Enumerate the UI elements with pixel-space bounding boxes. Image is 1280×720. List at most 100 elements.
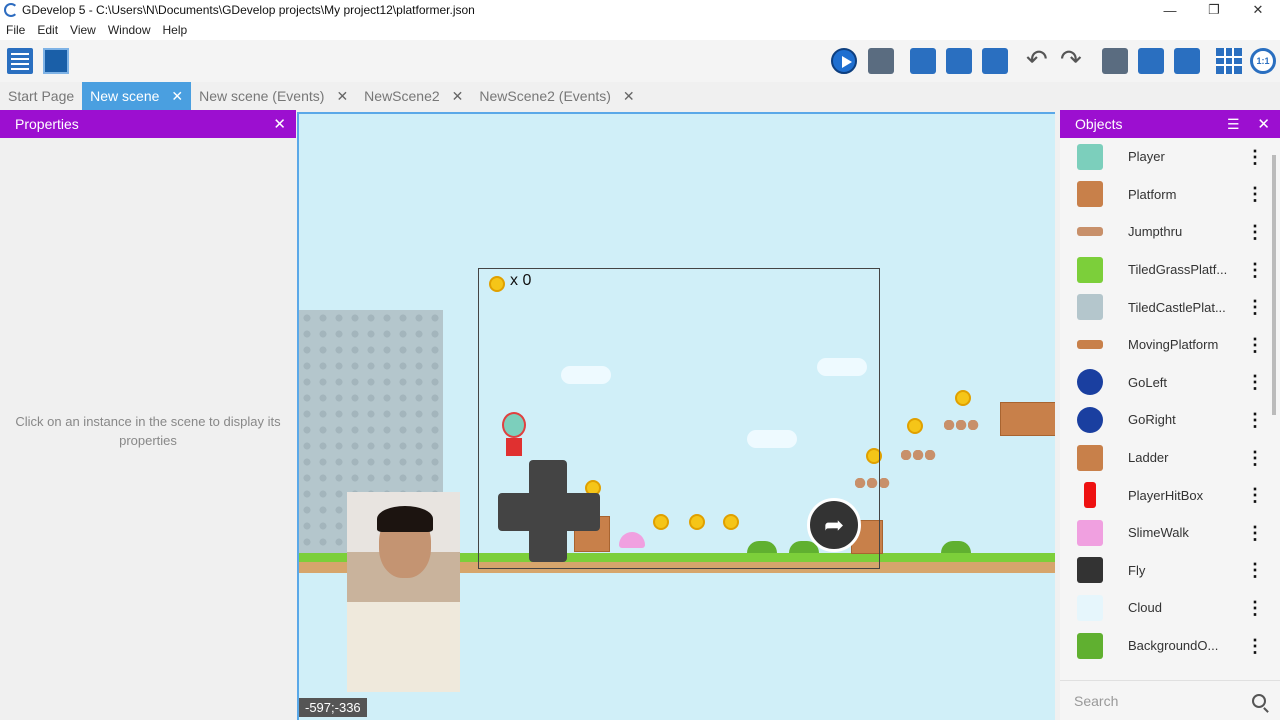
object-item[interactable]: Ladder ⋮: [1060, 439, 1268, 477]
object-item[interactable]: GoRight ⋮: [1060, 401, 1268, 439]
object-menu-icon[interactable]: ⋮: [1242, 411, 1268, 429]
tab-label: NewScene2: [364, 88, 440, 104]
object-menu-icon[interactable]: ⋮: [1242, 524, 1268, 542]
object-menu-icon[interactable]: ⋮: [1242, 373, 1268, 391]
object-name: Ladder: [1128, 450, 1169, 466]
coin[interactable]: [907, 418, 923, 434]
object-item[interactable]: TiledCastlePlat... ⋮: [1060, 288, 1268, 326]
object-menu-icon[interactable]: ⋮: [1242, 336, 1268, 354]
jumpthru-platform[interactable]: [901, 450, 937, 460]
object-menu-icon[interactable]: ⋮: [1242, 261, 1268, 279]
object-menu-icon[interactable]: ⋮: [1242, 298, 1268, 316]
object-groups-icon[interactable]: [946, 48, 972, 74]
debug-icon[interactable]: [868, 48, 894, 74]
search-icon[interactable]: [1252, 693, 1266, 708]
preview-play-icon[interactable]: [831, 48, 857, 74]
tab-newscene2-events[interactable]: NewScene2 (Events) ✕: [471, 82, 642, 110]
thumb-swatch: [1077, 557, 1103, 584]
instances-list-icon[interactable]: [1102, 48, 1128, 74]
objects-panel-icon[interactable]: [910, 48, 936, 74]
object-item[interactable]: BackgroundO... ⋮: [1060, 627, 1268, 665]
project-manager-icon[interactable]: [7, 48, 33, 74]
object-item[interactable]: GoLeft ⋮: [1060, 364, 1268, 402]
thumb-swatch: [1077, 227, 1103, 237]
objects-search[interactable]: Search: [1060, 680, 1280, 720]
menu-view[interactable]: View: [64, 23, 102, 37]
zoom-icon[interactable]: 1:1: [1250, 48, 1276, 74]
object-menu-icon[interactable]: ⋮: [1242, 185, 1268, 203]
object-menu-icon[interactable]: ⋮: [1242, 486, 1268, 504]
properties-title: Properties: [15, 116, 79, 132]
tab-label: New scene: [90, 88, 160, 104]
minimize-button[interactable]: —: [1148, 0, 1192, 20]
object-name: Cloud: [1128, 600, 1162, 616]
object-menu-icon[interactable]: ⋮: [1242, 637, 1268, 655]
tab-start-page[interactable]: Start Page: [0, 82, 82, 110]
undo-icon[interactable]: [1024, 44, 1050, 75]
tab-new-scene-events[interactable]: New scene (Events) ✕: [191, 82, 356, 110]
scene-canvas[interactable]: ➦ x 0: [297, 112, 1055, 720]
player-icon: [1074, 141, 1106, 173]
object-menu-icon[interactable]: ⋮: [1242, 148, 1268, 166]
object-menu-icon[interactable]: ⋮: [1242, 561, 1268, 579]
object-menu-icon[interactable]: ⋮: [1242, 223, 1268, 241]
menu-file[interactable]: File: [0, 23, 31, 37]
bush[interactable]: [941, 541, 971, 553]
properties-hint: Click on an instance in the scene to dis…: [15, 414, 281, 448]
close-tab-icon[interactable]: ✕: [336, 88, 348, 105]
close-objects-icon[interactable]: ✕: [1257, 116, 1270, 133]
thumb-swatch: [1084, 482, 1096, 509]
menu-window[interactable]: Window: [102, 23, 157, 37]
coin-counter: x 0: [510, 272, 532, 289]
maximize-button[interactable]: ❐: [1192, 0, 1236, 20]
tab-new-scene[interactable]: New scene ✕: [82, 82, 192, 110]
search-input[interactable]: Search: [1074, 693, 1252, 709]
scrollbar-thumb[interactable]: [1272, 155, 1276, 415]
edit-properties-icon[interactable]: [982, 48, 1008, 74]
object-name: Platform: [1128, 186, 1177, 202]
go-right-icon: [1074, 404, 1106, 436]
object-name: TiledGrassPlatf...: [1128, 262, 1228, 278]
objects-title: Objects: [1075, 116, 1123, 132]
menu-help[interactable]: Help: [157, 23, 194, 37]
menu-edit[interactable]: Edit: [31, 23, 64, 37]
object-item[interactable]: SlimeWalk ⋮: [1060, 514, 1268, 552]
object-menu-icon[interactable]: ⋮: [1242, 599, 1268, 617]
close-properties-icon[interactable]: ✕: [273, 115, 286, 133]
tab-label: Start Page: [8, 88, 75, 104]
objects-scrollbar[interactable]: [1270, 155, 1278, 665]
objects-header: Objects ☰ ✕: [1060, 110, 1280, 138]
platform[interactable]: [1000, 402, 1055, 436]
object-item[interactable]: Platform ⋮: [1060, 176, 1268, 214]
close-tab-icon[interactable]: ✕: [452, 88, 464, 105]
object-item[interactable]: Fly ⋮: [1060, 552, 1268, 590]
redo-icon[interactable]: [1058, 44, 1084, 75]
hitbox-icon: [1074, 479, 1106, 511]
object-item[interactable]: Cloud ⋮: [1060, 589, 1268, 627]
object-item[interactable]: Player ⋮: [1060, 138, 1268, 176]
layers-icon[interactable]: [1138, 48, 1164, 74]
fly-icon: [1074, 554, 1106, 586]
object-item[interactable]: PlayerHitBox ⋮: [1060, 476, 1268, 514]
object-name: Player: [1128, 149, 1165, 165]
platform-icon: [1074, 178, 1106, 210]
object-menu-icon[interactable]: ⋮: [1242, 449, 1268, 467]
close-tab-icon[interactable]: ✕: [171, 88, 183, 105]
object-name: PlayerHitBox: [1128, 487, 1204, 503]
object-name: SlimeWalk: [1128, 525, 1189, 541]
tab-label: New scene (Events): [199, 88, 325, 104]
object-item[interactable]: Jumpthru ⋮: [1060, 213, 1268, 251]
object-item[interactable]: TiledGrassPlatf... ⋮: [1060, 251, 1268, 289]
tab-newscene2[interactable]: NewScene2 ✕: [356, 82, 471, 110]
cursor-coordinates: -597;-336: [299, 698, 367, 717]
close-tab-icon[interactable]: ✕: [623, 88, 635, 105]
close-window-button[interactable]: ✕: [1236, 0, 1280, 20]
grid-icon[interactable]: [1216, 48, 1242, 74]
filter-icon[interactable]: ☰: [1227, 116, 1240, 132]
coin[interactable]: [955, 390, 971, 406]
window-mask-icon[interactable]: [1174, 48, 1200, 74]
thumb-swatch: [1077, 143, 1103, 170]
object-item[interactable]: MovingPlatform ⋮: [1060, 326, 1268, 364]
jumpthru-platform[interactable]: [944, 420, 980, 430]
open-scene-icon[interactable]: [43, 48, 69, 74]
